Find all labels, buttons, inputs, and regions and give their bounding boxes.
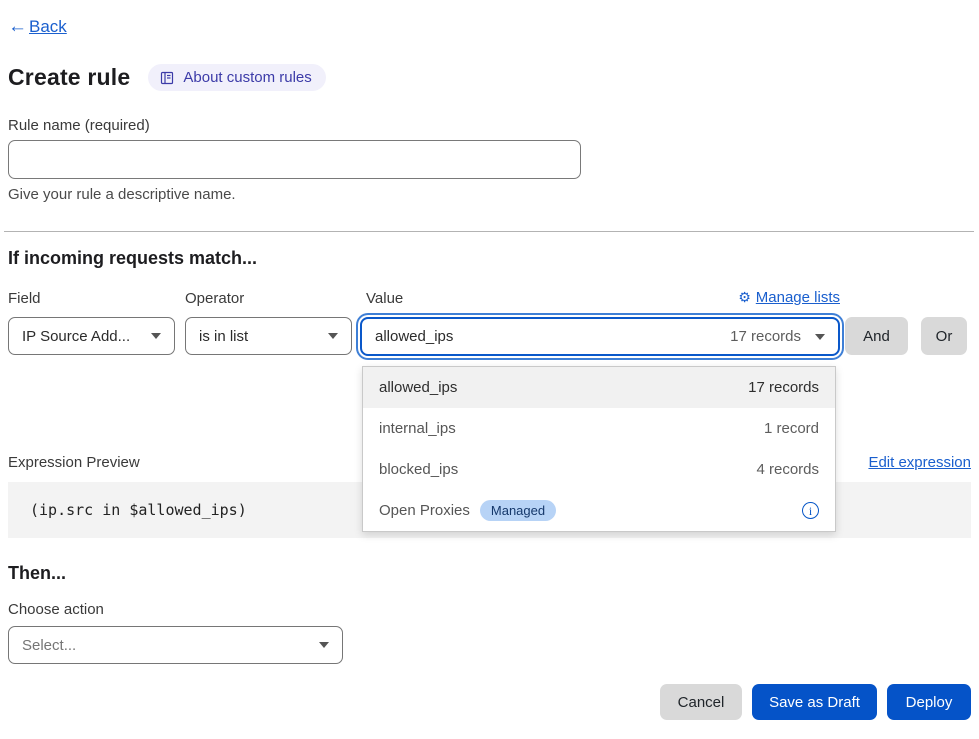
chevron-down-icon: [328, 333, 338, 339]
save-as-draft-button[interactable]: Save as Draft: [752, 684, 877, 720]
chevron-down-icon: [815, 334, 825, 340]
title-row: Create rule About custom rules: [8, 64, 326, 91]
list-item-meta: 1 record: [764, 420, 819, 437]
value-label: Value: [366, 290, 403, 307]
action-select[interactable]: Select...: [8, 626, 343, 664]
list-item-name: blocked_ips: [379, 461, 458, 478]
list-item-internal-ips[interactable]: internal_ips 1 record: [363, 408, 835, 449]
list-item-meta: 17 records: [748, 379, 819, 396]
page-title: Create rule: [8, 64, 130, 91]
then-section-heading: Then...: [8, 563, 66, 584]
expression-code: (ip.src in $allowed_ips): [30, 501, 247, 519]
about-custom-rules-label: About custom rules: [183, 69, 311, 86]
or-button[interactable]: Or: [921, 317, 967, 355]
chevron-down-icon: [319, 642, 329, 648]
back-link[interactable]: Back: [8, 16, 67, 38]
rule-name-label: Rule name (required): [8, 117, 150, 134]
cancel-button[interactable]: Cancel: [660, 684, 742, 720]
field-select-value: IP Source Add...: [22, 328, 130, 345]
match-section-heading: If incoming requests match...: [8, 248, 257, 269]
list-item-blocked-ips[interactable]: blocked_ips 4 records: [363, 449, 835, 490]
managed-badge: Managed: [480, 500, 556, 521]
info-icon[interactable]: [802, 502, 819, 519]
and-button[interactable]: And: [845, 317, 908, 355]
rule-name-helper: Give your rule a descriptive name.: [8, 186, 236, 203]
manage-lists-label: Manage lists: [756, 289, 840, 306]
rule-name-input[interactable]: [8, 140, 581, 179]
action-select-placeholder: Select...: [22, 637, 76, 654]
chevron-down-icon: [151, 333, 161, 339]
operator-label: Operator: [185, 290, 244, 307]
field-label: Field: [8, 290, 41, 307]
expression-preview-label: Expression Preview: [8, 454, 140, 471]
operator-select[interactable]: is in list: [185, 317, 352, 355]
list-item-allowed-ips[interactable]: allowed_ips 17 records: [363, 367, 835, 408]
book-icon: [159, 70, 175, 86]
list-dropdown-menu: allowed_ips 17 records internal_ips 1 re…: [362, 366, 836, 532]
manage-lists-link[interactable]: Manage lists: [738, 289, 840, 306]
field-select[interactable]: IP Source Add...: [8, 317, 175, 355]
back-link-label: Back: [29, 17, 67, 37]
operator-select-value: is in list: [199, 328, 248, 345]
list-item-name: allowed_ips: [379, 379, 457, 396]
back-arrow-icon: [8, 16, 27, 38]
value-select-meta: 17 records: [730, 328, 801, 345]
about-custom-rules-link[interactable]: About custom rules: [148, 64, 325, 91]
list-item-meta: 4 records: [756, 461, 819, 478]
gear-icon: [738, 289, 751, 306]
value-select[interactable]: allowed_ips 17 records: [360, 317, 840, 356]
edit-expression-link[interactable]: Edit expression: [868, 454, 971, 471]
list-item-name: Open Proxies: [379, 502, 470, 519]
choose-action-label: Choose action: [8, 601, 104, 618]
list-item-name: internal_ips: [379, 420, 456, 437]
value-select-value: allowed_ips: [375, 328, 453, 345]
section-divider: [4, 231, 974, 232]
deploy-button[interactable]: Deploy: [887, 684, 971, 720]
list-item-open-proxies[interactable]: Open Proxies Managed: [363, 490, 835, 531]
